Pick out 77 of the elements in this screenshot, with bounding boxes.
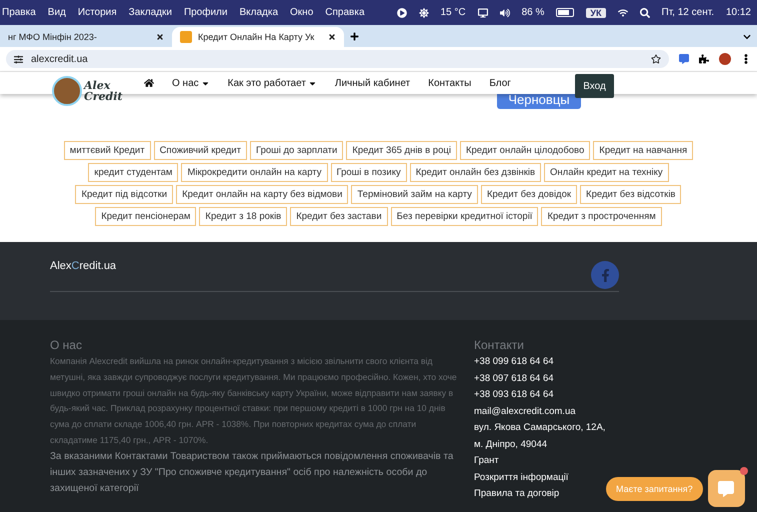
display-icon[interactable]	[478, 8, 488, 18]
wifi-icon[interactable]	[618, 8, 628, 18]
profile-avatar[interactable]	[719, 53, 731, 65]
browser-tab[interactable]: нг МФО Мінфін 2023-	[0, 27, 172, 47]
site-settings-icon[interactable]	[14, 54, 23, 64]
section-heading: О нас	[50, 338, 83, 352]
footer-brand: AlexCredit.ua	[50, 260, 116, 272]
input-source[interactable]: УК	[586, 8, 606, 18]
new-tab-icon[interactable]	[350, 32, 359, 41]
tag-link[interactable]: Онлайн кредит на техніку	[544, 163, 669, 182]
menu-item[interactable]: История	[78, 7, 117, 18]
about-paragraph: За вказаними Контактами Товариством також приймаються повідомлення споживачів та інших зазначених у ЗУ "Про споживче кредитування" осіб про належність особи до захищеної категорії	[50, 450, 454, 496]
extensions-icon[interactable]	[699, 54, 709, 64]
tag-link[interactable]: Гроші до зарплати	[250, 141, 344, 160]
tag-link[interactable]: миттєвий Кредит	[64, 141, 151, 160]
tag-link[interactable]: Кредит під відсотки	[75, 185, 174, 204]
battery-percent: 86 %	[522, 7, 544, 18]
tag-link[interactable]: Гроші в позику	[330, 163, 407, 182]
tag-link[interactable]: кредит студентам	[88, 163, 178, 182]
tag-link[interactable]: Кредит пенсіонерам	[95, 207, 196, 226]
nav-link[interactable]: Блог	[489, 78, 511, 88]
menu-time: 10:12	[726, 7, 751, 18]
menu-item[interactable]: Окно	[290, 7, 314, 18]
close-icon[interactable]	[156, 33, 164, 41]
favicon-icon	[180, 31, 192, 43]
chevron-icon[interactable]	[743, 33, 751, 41]
tag-link[interactable]: Кредит з простроченням	[541, 207, 662, 226]
nav-link[interactable]: О нас	[172, 78, 210, 88]
contact-line: вул. Якова Самарського, 12А,	[474, 421, 606, 435]
browser-tab[interactable]: Кредит Онлайн На Карту Ук	[172, 27, 344, 47]
menu-item[interactable]: Справка	[325, 7, 365, 18]
site-logo[interactable]: Alex Credit	[52, 74, 132, 108]
contact-line: +38 093 618 64 64	[474, 388, 555, 402]
chat-bubbles-icon	[718, 480, 734, 496]
contact-line: mail@alexcredit.com.ua	[474, 404, 577, 418]
tag-link[interactable]: Кредит онлайн цілодобово	[460, 141, 590, 160]
tag-link[interactable]: Мікрокредити онлайн на карту	[181, 163, 328, 182]
chat-button[interactable]	[708, 470, 745, 507]
menu-item[interactable]: Правка	[2, 7, 36, 18]
volume-icon[interactable]	[500, 8, 510, 18]
tag-link[interactable]: Кредит без застави	[290, 207, 388, 226]
contact-line: +38 097 618 64 64	[474, 372, 555, 386]
contact-line: Грант	[474, 454, 500, 468]
contact-line: +38 099 618 64 64	[474, 355, 555, 369]
nav-link[interactable]: Как это работает	[228, 78, 317, 88]
tag-link[interactable]: Терміновий займ на карту	[351, 185, 478, 204]
about-paragraph: Компанія Alexcredit вийшла на ринок онлайн-кредитування з місією звільнити свого клієнта від метушні, яка завжди супроводжує послуги кредитування. Ми працюємо професійно. Кожен, хто хоче швидко отримати гроші онлайн на будь-яку банківську карту України, може відправити нам заявку в будь-який час. Приклад розрахунку процентної ставки: при першому кредиті в 1000 грн на 10 днів сума до сплати складе 1006,40 грн. APR - 1038%. При повторних кредитах сума до сплати складатиме 1175,40 грн., APR - 1070%.	[50, 355, 458, 447]
login-button[interactable]: Вход	[575, 74, 614, 98]
nav-link[interactable]: Контакты	[428, 78, 472, 88]
tag-link[interactable]: Кредит на навчання	[593, 141, 694, 160]
search-icon[interactable]	[640, 8, 650, 18]
battery-icon[interactable]	[556, 8, 574, 17]
tag-link[interactable]: Кредит без відсотків	[580, 185, 682, 204]
chat-icon[interactable]	[679, 54, 689, 64]
close-icon[interactable]	[328, 33, 336, 41]
menu-item[interactable]: Профили	[184, 7, 228, 18]
tag-link[interactable]: Кредит без довідок	[480, 185, 578, 204]
section-heading: Контакти	[474, 338, 525, 352]
menu-item[interactable]: Закладки	[128, 7, 172, 18]
menu-item[interactable]: Вкладка	[239, 7, 278, 18]
tag-link[interactable]: Кредит онлайн на карту без відмови	[176, 185, 348, 204]
menu-date: Пт, 12 сент.	[662, 7, 714, 18]
nav-link[interactable]: Личный кабинет	[334, 78, 410, 88]
contact-line: Розкриття інформації	[474, 470, 570, 484]
tag-link[interactable]: Кредит 365 днів в році	[346, 141, 457, 160]
menu-item[interactable]: Вид	[48, 7, 66, 18]
tag-link[interactable]: Без перевірки кредитної історії	[390, 207, 538, 226]
weather-reading: 15 °C	[440, 7, 466, 18]
contact-line: Правила та договір	[474, 487, 560, 501]
weather-icon[interactable]	[418, 8, 428, 18]
tag-link[interactable]: Споживчий кредит	[154, 141, 247, 160]
tag-link[interactable]: Кредит онлайн без дзвінків	[410, 163, 542, 182]
contact-line: м. Дніпро, 49044	[474, 438, 548, 452]
home-icon[interactable]	[144, 78, 154, 88]
tag-link[interactable]: Кредит з 18 років	[199, 207, 288, 226]
star-icon[interactable]	[651, 54, 661, 64]
address-field[interactable]: alexcredit.ua	[6, 50, 669, 68]
